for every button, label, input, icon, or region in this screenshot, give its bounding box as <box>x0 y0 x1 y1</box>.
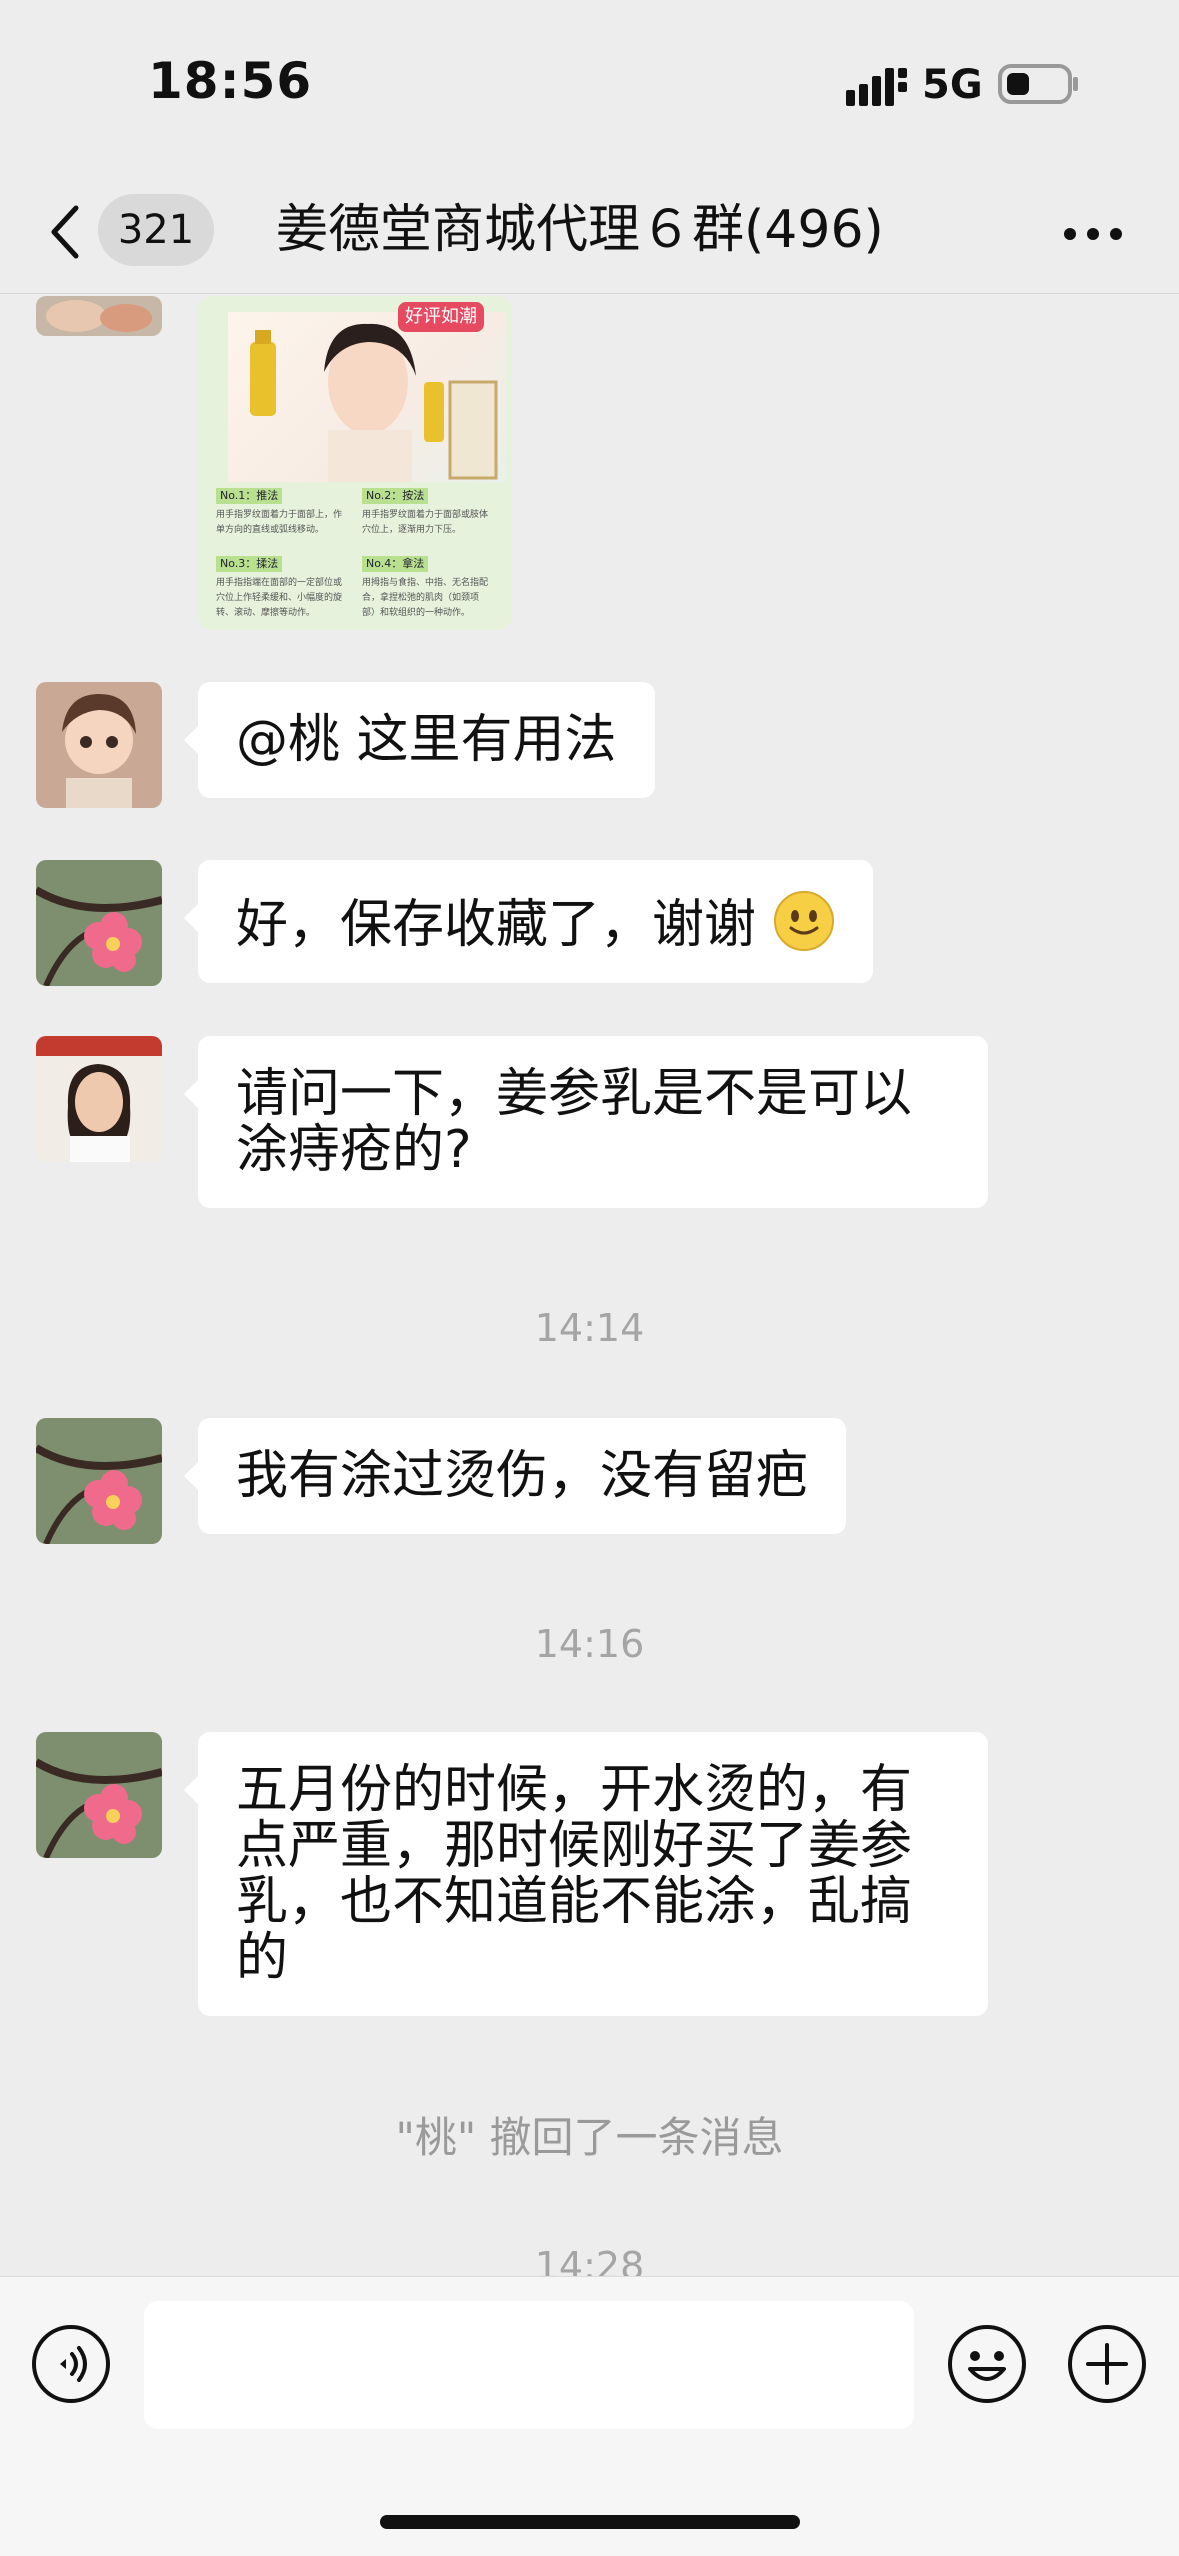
step-3: No.3：揉法 用手指指端在面部的一定部位或穴位上作轻柔缓和、小幅度的旋转、滚动… <box>216 552 346 621</box>
message-input[interactable] <box>144 2301 914 2429</box>
more-dots-icon[interactable] <box>1062 226 1124 242</box>
message-bubble[interactable]: 好，保存收藏了，谢谢 <box>184 860 873 983</box>
chevron-left-icon[interactable] <box>46 202 82 262</box>
avatar[interactable] <box>36 682 162 808</box>
message-bubble[interactable]: @桃 这里有用法 <box>184 682 655 798</box>
step-label: No.1：推法 <box>216 488 283 504</box>
voice-icon[interactable] <box>30 2323 112 2405</box>
product-photo <box>228 312 506 482</box>
chat-title: 姜德堂商城代理６群(496) <box>276 200 884 260</box>
avatar[interactable] <box>36 1418 162 1544</box>
timestamp-separator: 14:16 <box>534 1622 645 1666</box>
message-text: 好，保存收藏了，谢谢 <box>236 895 757 955</box>
avatar[interactable] <box>36 1732 162 1858</box>
home-indicator <box>380 2515 800 2529</box>
step-label: No.3：揉法 <box>216 556 283 572</box>
message-bubble[interactable]: 五月份的时候，开水烫的，有点严重，那时候刚好买了姜参乳，也不知道能不能涂，乱搞的 <box>184 1732 988 2016</box>
model-with-product-illustration <box>250 323 498 482</box>
avatar[interactable] <box>36 296 162 336</box>
step-1: No.1：推法 用手指罗纹面着力于面部上，作单方向的直线或弧线移动。 <box>216 484 346 538</box>
step-text: 用拇指与食指、中指、无名指配合，拿捏松弛的肌肉（如颈项部）和软组织的一种动作。 <box>362 578 489 618</box>
signal-bars-icon <box>846 68 907 106</box>
plus-icon[interactable] <box>1066 2323 1148 2405</box>
step-label: No.2：按法 <box>362 488 429 504</box>
network-label: 5G <box>922 62 983 108</box>
message-text: 五月份的时候，开水烫的，有点严重，那时候刚好买了姜参乳，也不知道能不能涂，乱搞的 <box>236 1760 913 1988</box>
step-2: No.2：按法 用手指罗纹面着力于面部或肢体穴位上，逐渐用力下压。 <box>362 484 492 538</box>
chat-nav-bar: 321 姜德堂商城代理６群(496) <box>0 180 1179 294</box>
unread-count-badge[interactable]: 321 <box>98 194 214 266</box>
recall-notice: "桃" 撤回了一条消息 <box>395 2113 784 2162</box>
step-text: 用手指罗纹面着力于面部上，作单方向的直线或弧线移动。 <box>216 510 343 535</box>
avatar[interactable] <box>36 860 162 986</box>
step-label: No.4：拿法 <box>362 556 429 572</box>
step-text: 用手指罗纹面着力于面部或肢体穴位上，逐渐用力下压。 <box>362 510 489 535</box>
message-text: 请问一下，姜参乳是不是可以涂痔疮的? <box>236 1064 913 1180</box>
status-time: 18:56 <box>148 52 313 110</box>
message-text: 我有涂过烫伤，没有留疤 <box>236 1446 809 1506</box>
message-bubble[interactable]: 请问一下，姜参乳是不是可以涂痔疮的? <box>184 1036 988 1208</box>
product-image-message[interactable]: 好评如潮 No.1：推法 用手指罗纹面着力于面部上，作单方向的直线或弧线移动。 … <box>198 296 512 630</box>
battery-icon <box>998 64 1078 104</box>
input-bar <box>0 2276 1179 2556</box>
message-text: @桃 这里有用法 <box>236 710 617 770</box>
step-4: No.4：拿法 用拇指与食指、中指、无名指配合，拿捏松弛的肌肉（如颈项部）和软组… <box>362 552 492 621</box>
slightly-smiling-emoji-icon <box>773 891 834 951</box>
message-bubble[interactable]: 我有涂过烫伤，没有留疤 <box>183 1418 847 1534</box>
step-text: 用手指指端在面部的一定部位或穴位上作轻柔缓和、小幅度的旋转、滚动、摩擦等动作。 <box>216 578 343 618</box>
product-badge: 好评如潮 <box>398 302 484 332</box>
emoji-icon[interactable] <box>946 2323 1028 2405</box>
timestamp-separator: 14:14 <box>534 1306 645 1350</box>
chat-screen: 18:56 5G 321 姜德堂商城代理６群(496) 好评如潮 No.1：推法… <box>0 0 1179 2556</box>
avatar[interactable] <box>36 1036 162 1162</box>
